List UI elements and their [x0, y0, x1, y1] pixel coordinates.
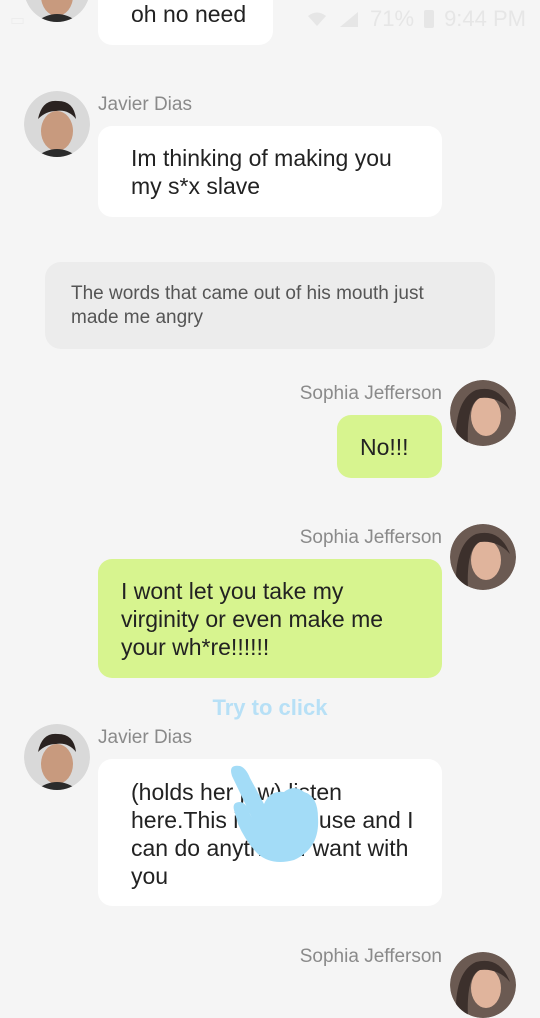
- narration-text: The words that came out of his mouth jus…: [71, 283, 424, 328]
- javier-avatar: [24, 91, 90, 157]
- narration-box[interactable]: The words that came out of his mouth jus…: [45, 262, 495, 349]
- wifi-icon: [308, 12, 327, 26]
- message-text: Im thinking of making you my s*x slave: [131, 145, 392, 199]
- sophia-avatar: [450, 380, 516, 446]
- status-bar: 71% 9:44 PM: [306, 6, 526, 32]
- message-bubble[interactable]: oh no need: [98, 0, 273, 45]
- javier-avatar: [24, 724, 90, 790]
- sender-name: Sophia Jefferson: [299, 527, 442, 548]
- clock: 9:44 PM: [444, 6, 526, 31]
- battery-percent: 71%: [370, 6, 415, 31]
- message-bubble[interactable]: I wont let you take my virginity or even…: [98, 559, 442, 678]
- sophia-avatar: [450, 524, 516, 590]
- sender-name: Sophia Jefferson: [299, 383, 442, 404]
- sender-name: Javier Dias: [98, 94, 192, 115]
- signal-icon: [340, 12, 359, 27]
- sender-name: Javier Dias: [98, 727, 192, 748]
- message-text: I wont let you take my virginity or even…: [121, 578, 384, 660]
- message-bubble[interactable]: Im thinking of making you my s*x slave: [98, 126, 442, 217]
- notification-icon: ▭: [10, 12, 26, 29]
- battery-icon: [424, 10, 435, 28]
- message-text: No!!!: [360, 434, 409, 460]
- message-bubble[interactable]: No!!!: [337, 415, 442, 478]
- javier-avatar: [24, 0, 90, 22]
- message-text: oh no need: [131, 1, 247, 27]
- try-to-click-hint[interactable]: Try to click: [0, 695, 540, 721]
- sender-name: Sophia Jefferson: [299, 946, 442, 967]
- hand-pointer-icon: [231, 765, 319, 862]
- sophia-avatar: [450, 952, 516, 1018]
